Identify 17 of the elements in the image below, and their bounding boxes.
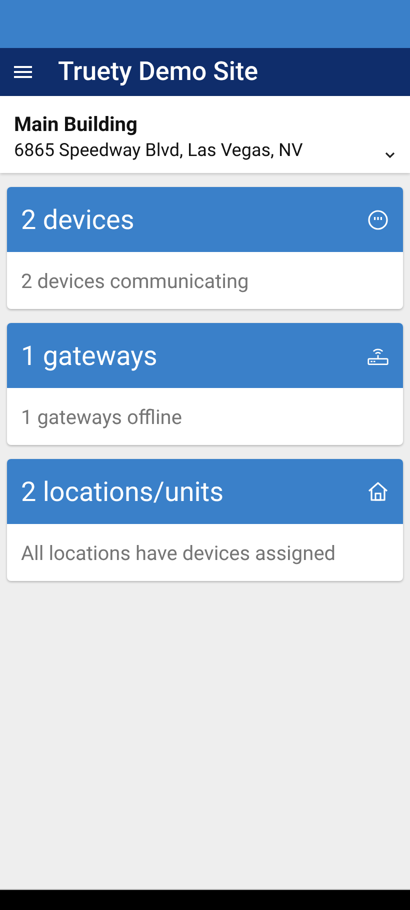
card-title: 1 gateways xyxy=(21,340,158,372)
summary-card[interactable]: 1 gateways 1 gateways offline xyxy=(7,323,403,445)
app-title: Truety Demo Site xyxy=(58,57,258,87)
location-selector[interactable]: Main Building 6865 Speedway Blvd, Las Vegas, NV xyxy=(0,96,410,173)
building-address: 6865 Speedway Blvd, Las Vegas, NV xyxy=(14,140,304,161)
card-status: 1 gateways offline xyxy=(21,404,182,428)
card-title: 2 locations/units xyxy=(21,476,224,508)
summary-card[interactable]: 2 devices 2 devices communicating xyxy=(7,187,403,309)
chat-bubble-icon xyxy=(367,208,389,230)
card-status: All locations have devices assigned xyxy=(21,540,336,564)
card-title: 2 devices xyxy=(21,204,134,236)
menu-icon[interactable] xyxy=(14,65,32,79)
house-icon xyxy=(367,480,389,502)
card-status: 2 devices communicating xyxy=(21,268,249,292)
building-name: Main Building xyxy=(14,112,138,136)
summary-card[interactable]: 2 locations/units All locations have devices assigned xyxy=(7,459,403,581)
chevron-down-icon xyxy=(384,151,396,159)
